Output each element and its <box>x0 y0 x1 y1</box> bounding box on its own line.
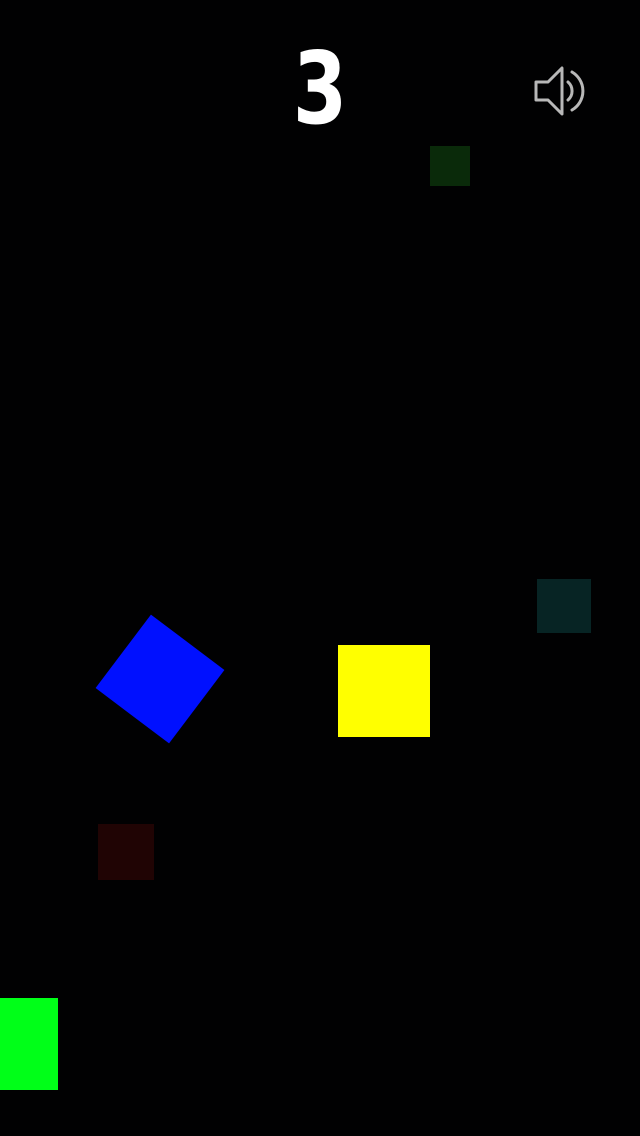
faint-green-tile[interactable] <box>430 146 470 186</box>
sound-toggle-button[interactable] <box>528 58 594 124</box>
yellow-tile[interactable] <box>338 645 430 737</box>
game-area[interactable]: 3 <box>0 0 640 1136</box>
score-counter: 3 <box>292 30 348 147</box>
green-tile[interactable] <box>0 998 58 1090</box>
faint-red-tile[interactable] <box>98 824 154 880</box>
faint-teal-tile[interactable] <box>537 579 591 633</box>
blue-tile[interactable] <box>95 614 225 744</box>
speaker-on-icon <box>534 66 585 116</box>
